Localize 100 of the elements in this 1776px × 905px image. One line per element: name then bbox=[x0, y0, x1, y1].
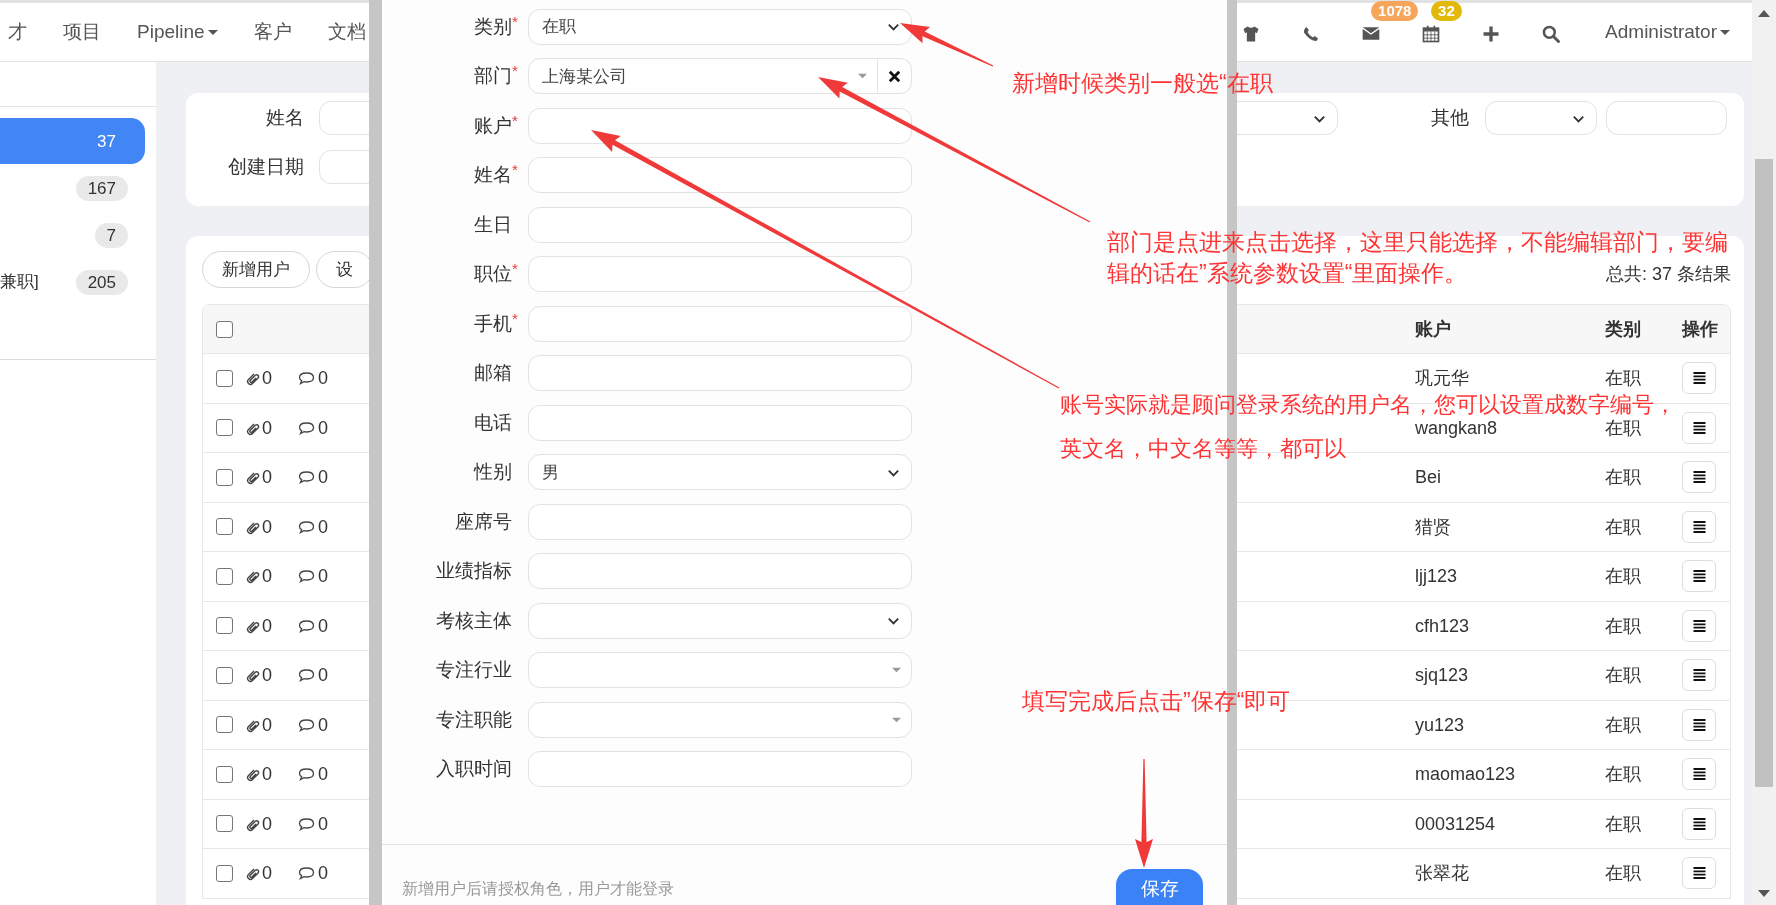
row-menu-button[interactable] bbox=[1682, 461, 1716, 494]
checkbox[interactable] bbox=[216, 567, 233, 585]
input-field[interactable] bbox=[528, 751, 912, 788]
comment-icon bbox=[298, 865, 315, 882]
checkbox[interactable] bbox=[216, 765, 233, 783]
caret-icon bbox=[1720, 29, 1730, 35]
sidebar-item[interactable]: 兼职] 205 bbox=[0, 259, 145, 305]
table-cell: ljj123 bbox=[1415, 566, 1458, 587]
plus-icon bbox=[1481, 24, 1502, 44]
row-menu-button[interactable] bbox=[1682, 609, 1716, 642]
calendar-icon bbox=[1421, 24, 1442, 44]
attachment-count: 0 bbox=[262, 715, 272, 734]
row-menu-button[interactable] bbox=[1682, 708, 1716, 741]
table-cell: 在职 bbox=[1605, 863, 1641, 884]
field-label: 类别 bbox=[474, 14, 512, 39]
field-label: 座席号 bbox=[455, 509, 512, 534]
annotation-text: 账号实际就是顾问登录系统的用户名，您可以设置成数字编号， bbox=[1060, 394, 1676, 416]
table-cell: 在职 bbox=[1605, 714, 1641, 735]
select-field[interactable] bbox=[528, 652, 912, 689]
checkbox[interactable] bbox=[216, 468, 233, 486]
table-cell: 在职 bbox=[1605, 813, 1641, 834]
row-menu-button[interactable] bbox=[1682, 758, 1716, 791]
attachment-count: 0 bbox=[262, 814, 272, 833]
scrollbar-thumb[interactable] bbox=[1755, 159, 1773, 787]
toolbar-button[interactable]: 新增用户 bbox=[202, 251, 310, 288]
search-button[interactable] bbox=[1540, 23, 1563, 45]
input-field[interactable] bbox=[528, 404, 912, 441]
caret-icon bbox=[892, 716, 901, 723]
row-menu-button[interactable] bbox=[1682, 659, 1716, 692]
checkbox[interactable] bbox=[216, 320, 233, 338]
table-cell: Bei bbox=[1415, 467, 1441, 488]
scroll-down-icon[interactable] bbox=[1758, 890, 1770, 897]
table-cell: 在职 bbox=[1605, 417, 1641, 438]
input-field[interactable] bbox=[528, 503, 912, 540]
nav-link[interactable]: 文档 bbox=[327, 17, 366, 47]
checkbox[interactable] bbox=[216, 369, 233, 387]
field-label: 创建日期 bbox=[227, 154, 304, 179]
nav-link[interactable]: 客户 bbox=[253, 17, 292, 47]
select-field[interactable]: 上海某公司 bbox=[528, 58, 878, 95]
input-field[interactable] bbox=[528, 107, 912, 144]
row-menu-button[interactable] bbox=[1682, 807, 1716, 840]
nav-link[interactable]: 才 bbox=[8, 17, 27, 47]
nav-dropdown[interactable]: Pipeline bbox=[137, 17, 218, 47]
select-field[interactable]: 男 bbox=[528, 454, 912, 491]
scrollbar[interactable] bbox=[1752, 0, 1776, 905]
checkbox[interactable] bbox=[216, 419, 233, 437]
input-field[interactable] bbox=[528, 305, 912, 342]
nav-link[interactable]: 项目 bbox=[63, 17, 101, 47]
table-cell: 在职 bbox=[1605, 467, 1641, 488]
table-cell: 在职 bbox=[1605, 566, 1641, 587]
sidebar-item[interactable]: 37 bbox=[0, 118, 145, 164]
select-field[interactable] bbox=[528, 602, 912, 639]
input-field[interactable] bbox=[528, 256, 912, 293]
checkbox[interactable] bbox=[216, 815, 233, 833]
comment-count: 0 bbox=[318, 567, 328, 586]
caret-icon bbox=[858, 73, 867, 80]
field-label: 考核主体 bbox=[436, 608, 512, 633]
item-count: 37 bbox=[96, 130, 117, 153]
input-field[interactable] bbox=[528, 355, 912, 392]
user-menu[interactable]: Administrator bbox=[1605, 17, 1730, 47]
checkbox[interactable] bbox=[216, 666, 233, 684]
input-field[interactable] bbox=[528, 206, 912, 243]
select-field[interactable]: 在职 bbox=[528, 8, 912, 45]
comment-icon bbox=[298, 766, 315, 783]
checkbox[interactable] bbox=[216, 518, 233, 536]
sidebar-item[interactable]: 167 bbox=[0, 165, 145, 211]
annotation-text: 英文名，中文名等等，都可以 bbox=[1060, 438, 1346, 460]
annotation-text: 部门是点进来点击选择，这里只能选择，不能编辑部门，要编 bbox=[1107, 231, 1728, 254]
comment-icon bbox=[298, 617, 315, 634]
field-label: 专注职能 bbox=[436, 707, 512, 732]
input-field[interactable] bbox=[528, 157, 912, 194]
search-icon bbox=[1541, 24, 1562, 44]
count-badge: 205 bbox=[75, 269, 128, 295]
row-menu-button[interactable] bbox=[1682, 857, 1716, 890]
save-button[interactable]: 保存 bbox=[1116, 869, 1203, 905]
select-field[interactable] bbox=[1485, 101, 1597, 135]
notification-badge: 1078 bbox=[1371, 1, 1419, 21]
sidebar-item[interactable]: 7 bbox=[0, 212, 145, 258]
clear-button[interactable] bbox=[878, 58, 912, 95]
row-menu-button[interactable] bbox=[1682, 510, 1716, 543]
table-cell: sjq123 bbox=[1415, 665, 1469, 686]
notification-badge: 32 bbox=[1431, 1, 1462, 21]
input-field[interactable] bbox=[528, 553, 912, 590]
row-menu-button[interactable] bbox=[1682, 411, 1716, 444]
select-field[interactable] bbox=[528, 701, 912, 738]
comment-icon bbox=[298, 815, 315, 832]
checkbox[interactable] bbox=[216, 864, 233, 882]
row-menu-button[interactable] bbox=[1682, 560, 1716, 593]
checkbox[interactable] bbox=[216, 716, 233, 734]
required-mark: * bbox=[512, 310, 519, 326]
comment-icon bbox=[298, 716, 315, 733]
close-icon bbox=[887, 68, 902, 84]
required-mark: * bbox=[512, 261, 519, 276]
row-menu-button[interactable] bbox=[1682, 362, 1716, 395]
scroll-up-icon[interactable] bbox=[1758, 10, 1770, 17]
checkbox[interactable] bbox=[216, 617, 233, 635]
input-field[interactable] bbox=[1606, 101, 1727, 135]
table-cell: 张翠花 bbox=[1415, 863, 1469, 884]
comment-count: 0 bbox=[318, 864, 328, 883]
comment-icon bbox=[298, 370, 315, 387]
